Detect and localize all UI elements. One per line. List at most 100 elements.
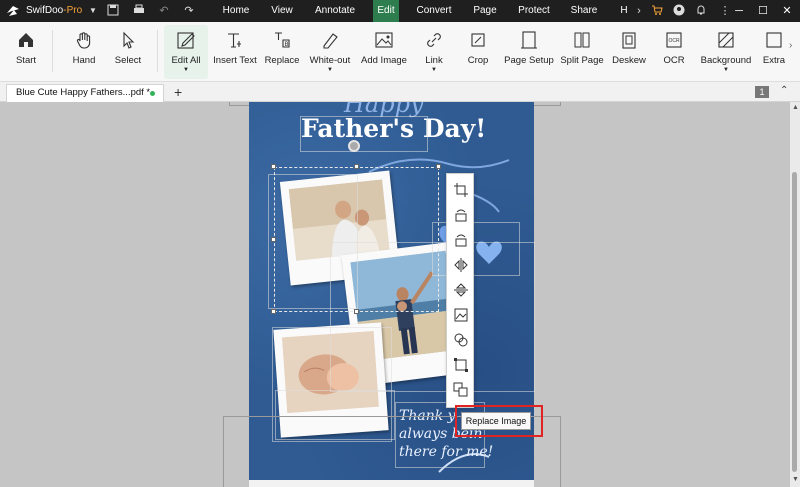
document-tab[interactable]: Blue Cute Happy Fathers...pdf * (6, 84, 164, 102)
extract-button[interactable]: Extra (760, 25, 788, 79)
home-icon (19, 33, 33, 47)
minimize-icon[interactable]: ─ (728, 0, 750, 22)
maximize-icon[interactable]: ☐ (752, 0, 774, 22)
background-chevron-icon[interactable]: ▼ (698, 67, 754, 73)
menu-share[interactable]: Share (566, 0, 602, 22)
svg-text:B: B (285, 42, 289, 48)
rotate-handle-icon[interactable] (348, 140, 360, 152)
edit-all-icon (177, 32, 195, 49)
edit-all-chevron-icon[interactable]: ▼ (164, 67, 208, 73)
group-icon[interactable] (453, 332, 469, 348)
undo-icon[interactable]: ↶ (157, 4, 171, 18)
add-image-label: Add Image (361, 55, 407, 66)
page-setup-label: Page Setup (504, 55, 554, 66)
save-icon[interactable] (106, 4, 120, 18)
scrollbar-thumb[interactable] (792, 172, 797, 472)
resize-icon[interactable] (453, 357, 469, 373)
page-number-badge: 1 (755, 86, 769, 98)
hand-button[interactable]: Hand (64, 25, 104, 79)
cart-icon[interactable] (650, 4, 664, 18)
rotate-right-icon[interactable] (453, 232, 469, 248)
close-icon[interactable]: ✕ (776, 0, 798, 22)
link-icon (427, 33, 441, 47)
menu-edit[interactable]: Edit (373, 0, 399, 22)
user-icon[interactable] (672, 4, 686, 18)
edit-toolbar: Start Hand Select Edit All ▼ Insert Text… (0, 22, 800, 82)
menu-convert[interactable]: Convert (412, 0, 456, 22)
white-out-chevron-icon[interactable]: ▼ (306, 67, 354, 73)
select-label: Select (114, 55, 142, 66)
scroll-down-icon[interactable]: ▼ (792, 476, 799, 483)
menu-page[interactable]: Page (468, 0, 502, 22)
hand-icon (76, 32, 91, 49)
ocr-label: OCR (663, 55, 685, 66)
edit-all-button[interactable]: Edit All ▼ (164, 25, 208, 79)
link-chevron-icon[interactable]: ▼ (418, 67, 450, 73)
menu-protect[interactable]: Protect (513, 0, 555, 22)
edit-all-label: Edit All (171, 55, 201, 66)
background-icon (718, 32, 734, 48)
white-out-label: White-out (309, 55, 351, 66)
document-tab-title: Blue Cute Happy Fathers...pdf * (16, 87, 151, 98)
ocr-icon: OCR (666, 32, 682, 48)
saved-status-dot (150, 91, 155, 96)
app-menu-chevron-icon[interactable]: ▼ (86, 4, 100, 18)
menu-view[interactable]: View (264, 0, 300, 22)
add-tab-icon[interactable]: + (174, 84, 182, 100)
crop-icon[interactable] (453, 182, 469, 198)
scroll-up-icon[interactable]: ▲ (792, 104, 799, 111)
svg-text:OCR: OCR (669, 38, 681, 44)
resize-handle[interactable] (436, 164, 441, 169)
replace-label: Replace (264, 55, 300, 66)
extract-image-icon[interactable] (453, 307, 469, 323)
replace-icon: B (275, 32, 290, 48)
replace-image-icon[interactable] (453, 382, 469, 398)
insert-text-button[interactable]: Insert Text (212, 25, 258, 79)
chevron-right-icon[interactable]: › (632, 4, 646, 18)
deskew-icon (622, 32, 636, 49)
vertical-scrollbar[interactable]: ▲ ▼ (790, 102, 800, 487)
swifdoo-logo-icon (7, 6, 19, 16)
start-button[interactable]: Start (8, 25, 44, 79)
redo-icon[interactable]: ↷ (182, 4, 196, 18)
split-page-button[interactable]: Split Page (559, 25, 605, 79)
bell-icon[interactable] (694, 4, 708, 18)
hand-label: Hand (72, 55, 96, 66)
flip-horizontal-icon[interactable] (453, 257, 469, 273)
app-name: SwifDoo-Pro (26, 5, 83, 16)
replace-button[interactable]: B Replace (262, 25, 302, 79)
collapse-up-icon[interactable]: ⌃ (780, 85, 788, 96)
link-button[interactable]: Link ▼ (418, 25, 450, 79)
flip-vertical-icon[interactable] (453, 282, 469, 298)
crop-label: Crop (467, 55, 489, 66)
add-image-button[interactable]: Add Image (358, 25, 410, 79)
heading-text-box[interactable] (300, 116, 428, 152)
add-image-icon (375, 32, 393, 48)
rotate-left-icon[interactable] (453, 207, 469, 223)
background-button[interactable]: Background ▼ (698, 25, 754, 79)
crop-button[interactable]: Crop (462, 25, 494, 79)
split-page-label: Split Page (560, 55, 604, 66)
document-canvas[interactable]: Happy Father's Day! Thank y always bein … (0, 102, 790, 487)
resize-handle[interactable] (271, 164, 276, 169)
menu-help[interactable]: H (614, 0, 634, 22)
crop-icon (471, 33, 485, 47)
menu-home[interactable]: Home (218, 0, 254, 22)
white-out-button[interactable]: White-out ▼ (306, 25, 354, 79)
print-icon[interactable] (132, 4, 146, 18)
split-page-icon (574, 32, 590, 48)
menu-annotate[interactable]: Annotate (310, 0, 360, 22)
select-button[interactable]: Select (110, 25, 146, 79)
deskew-button[interactable]: Deskew (611, 25, 647, 79)
extract-icon (766, 32, 782, 48)
resize-handle[interactable] (271, 309, 276, 314)
page-setup-button[interactable]: Page Setup (503, 25, 555, 79)
extract-label: Extra (762, 55, 786, 66)
insert-text-icon (228, 33, 241, 48)
ocr-button[interactable]: OCR OCR (658, 25, 690, 79)
insert-text-label: Insert Text (213, 55, 257, 66)
title-bar: SwifDoo-Pro ▼ ↶ ↷ Home View Annotate Edi… (0, 0, 800, 22)
resize-handle[interactable] (354, 164, 359, 169)
toolbar-scroll-right-icon[interactable]: › (789, 40, 792, 51)
replace-image-tooltip: Replace Image (461, 412, 531, 430)
